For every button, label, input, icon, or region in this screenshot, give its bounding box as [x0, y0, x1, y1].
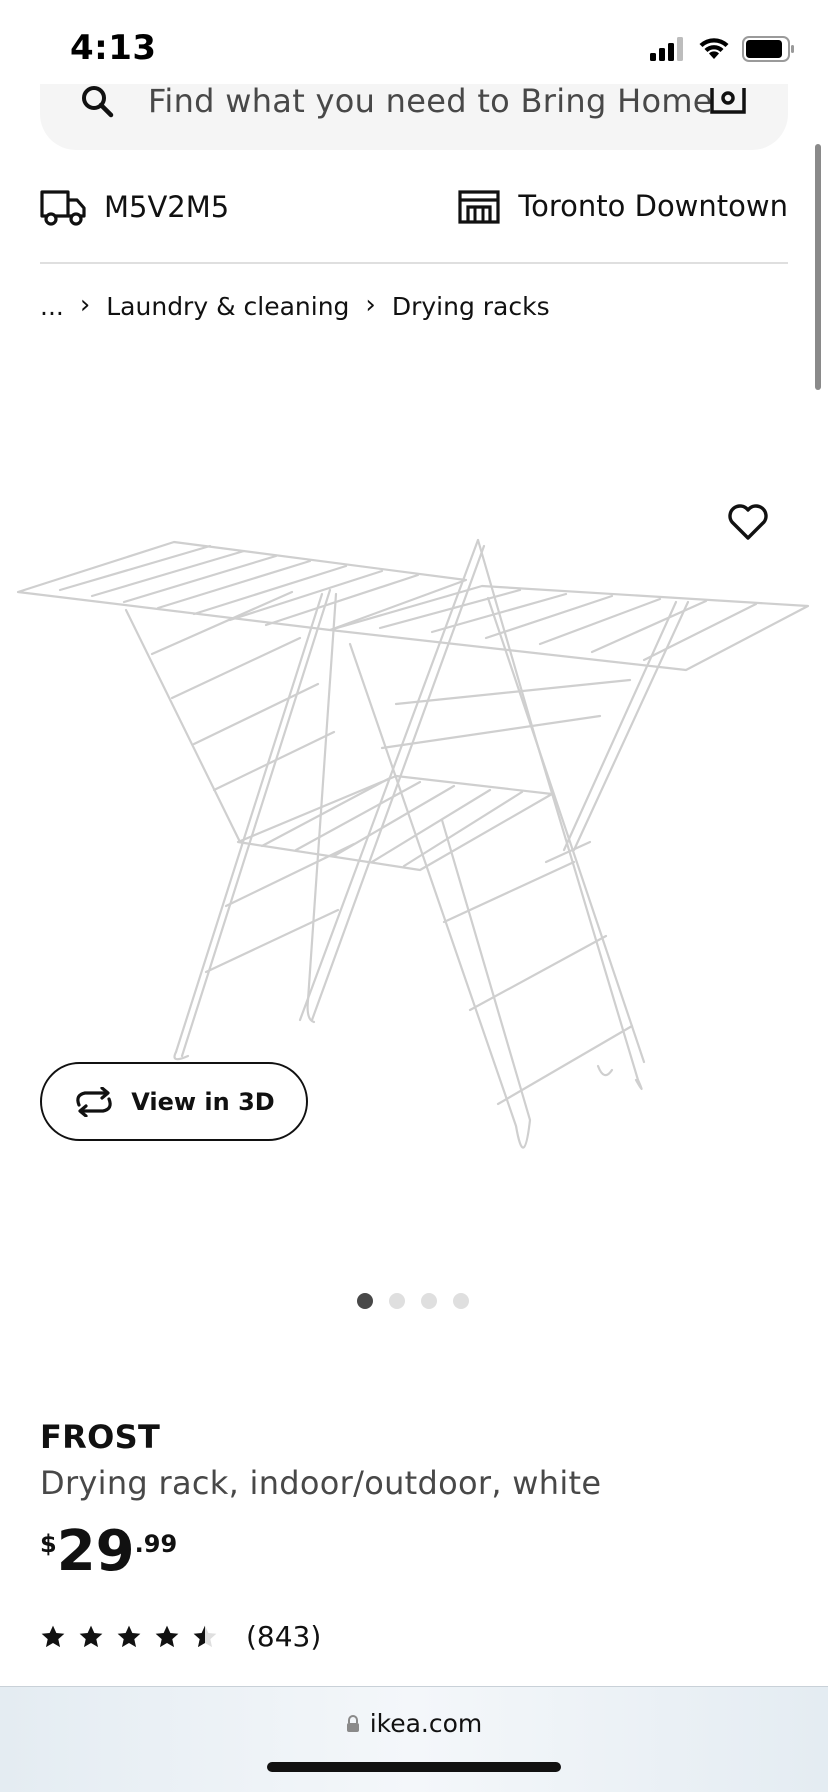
url-text: ikea.com — [369, 1709, 483, 1738]
star-icon — [117, 1625, 141, 1647]
status-icons — [650, 36, 796, 62]
product-description: Drying rack, indoor/outdoor, white — [40, 1464, 602, 1502]
search-input[interactable]: Find what you need to Bring Home — [148, 82, 713, 120]
battery-icon — [742, 36, 794, 62]
rating-stars — [40, 1624, 218, 1650]
star-icon — [79, 1625, 103, 1647]
half-star-icon — [193, 1625, 217, 1647]
search-icon[interactable] — [78, 84, 118, 124]
cellular-signal-icon — [650, 37, 683, 61]
camera-search-icon[interactable] — [710, 82, 746, 118]
carousel-dot-4[interactable] — [453, 1293, 469, 1309]
breadcrumb-item-laundry[interactable]: Laundry & cleaning — [106, 292, 349, 321]
search-bar[interactable]: Find what you need to Bring Home — [40, 82, 788, 150]
lock-icon — [346, 1714, 359, 1732]
heart-icon[interactable] — [726, 500, 770, 544]
product-price: $ 29 .99 — [40, 1520, 177, 1580]
status-time: 4:13 — [70, 28, 157, 68]
price-decimal: .99 — [134, 1530, 178, 1558]
star-icon — [41, 1625, 65, 1647]
product-name: FROST — [40, 1418, 161, 1456]
carousel-dot-3[interactable] — [421, 1293, 437, 1309]
truck-icon — [40, 190, 86, 226]
star-icon — [155, 1625, 179, 1647]
carousel-dot-2[interactable] — [389, 1293, 405, 1309]
view-in-3d-button[interactable]: View in 3D — [40, 1062, 308, 1141]
product-rating[interactable]: (843) — [40, 1620, 321, 1653]
chevron-right-icon: › — [79, 289, 91, 320]
store-name: Toronto Downtown — [518, 189, 788, 223]
breadcrumb: ... › Laundry & cleaning › Drying racks — [40, 289, 550, 322]
store-icon — [458, 190, 500, 224]
delivery-postal-code[interactable]: M5V2M5 — [40, 188, 229, 226]
chevron-right-icon: › — [365, 289, 376, 320]
breadcrumb-ellipsis[interactable]: ... — [40, 292, 64, 321]
browser-address-bar[interactable]: ikea.com — [0, 1686, 828, 1792]
breadcrumb-item-drying-racks[interactable]: Drying racks — [392, 292, 550, 321]
carousel-dot-1[interactable] — [357, 1293, 373, 1309]
view-in-3d-label: View in 3D — [131, 1087, 275, 1116]
url-box[interactable]: ikea.com — [0, 1709, 828, 1738]
scrollbar[interactable] — [815, 144, 821, 390]
location-row: M5V2M5 Toronto Downtown — [40, 180, 788, 236]
price-currency: $ — [40, 1530, 57, 1558]
carousel-dots — [357, 1293, 469, 1309]
rotate-3d-icon — [76, 1086, 112, 1117]
store-selector[interactable]: Toronto Downtown — [458, 188, 788, 224]
postal-code-label: M5V2M5 — [104, 190, 230, 224]
divider — [40, 262, 788, 264]
price-integer: 29 — [56, 1519, 135, 1584]
rating-count: (843) — [246, 1620, 322, 1653]
home-indicator[interactable] — [267, 1762, 561, 1772]
wifi-icon — [699, 38, 729, 59]
